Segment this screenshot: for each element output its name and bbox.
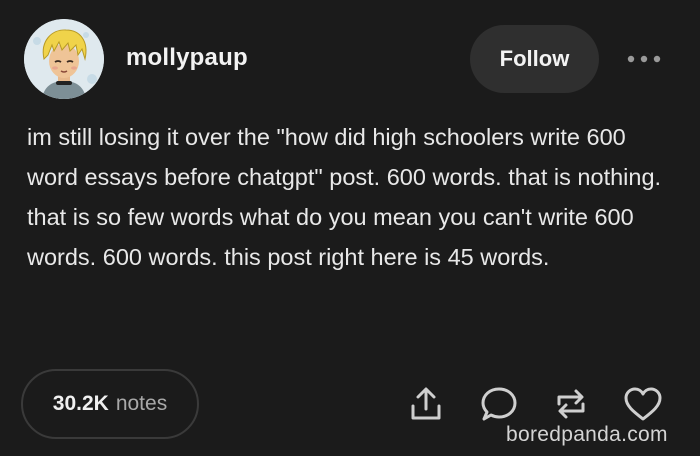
ellipsis-icon — [627, 55, 661, 63]
watermark: boredpanda.com — [506, 423, 668, 446]
follow-button[interactable]: Follow — [470, 25, 599, 93]
notes-count: 30.2K — [52, 392, 109, 415]
post-text: im still losing it over the "how did hig… — [27, 124, 662, 270]
reply-button[interactable] — [478, 383, 520, 425]
heart-icon — [624, 387, 662, 421]
reblog-icon — [557, 389, 585, 419]
username[interactable]: mollypaup — [126, 44, 248, 72]
notes-button[interactable]: 30.2K notes — [21, 369, 199, 439]
avatar[interactable] — [24, 19, 104, 99]
like-button[interactable] — [622, 383, 664, 425]
more-options-button[interactable] — [620, 43, 668, 75]
post-card: mollypaup Follow im still losing it over… — [0, 0, 700, 456]
reblog-button[interactable] — [550, 383, 592, 425]
share-button[interactable] — [405, 383, 447, 425]
reply-icon — [481, 387, 517, 421]
notes-label: notes — [115, 392, 168, 415]
avatar-illustration — [24, 19, 104, 99]
share-icon — [411, 387, 441, 420]
